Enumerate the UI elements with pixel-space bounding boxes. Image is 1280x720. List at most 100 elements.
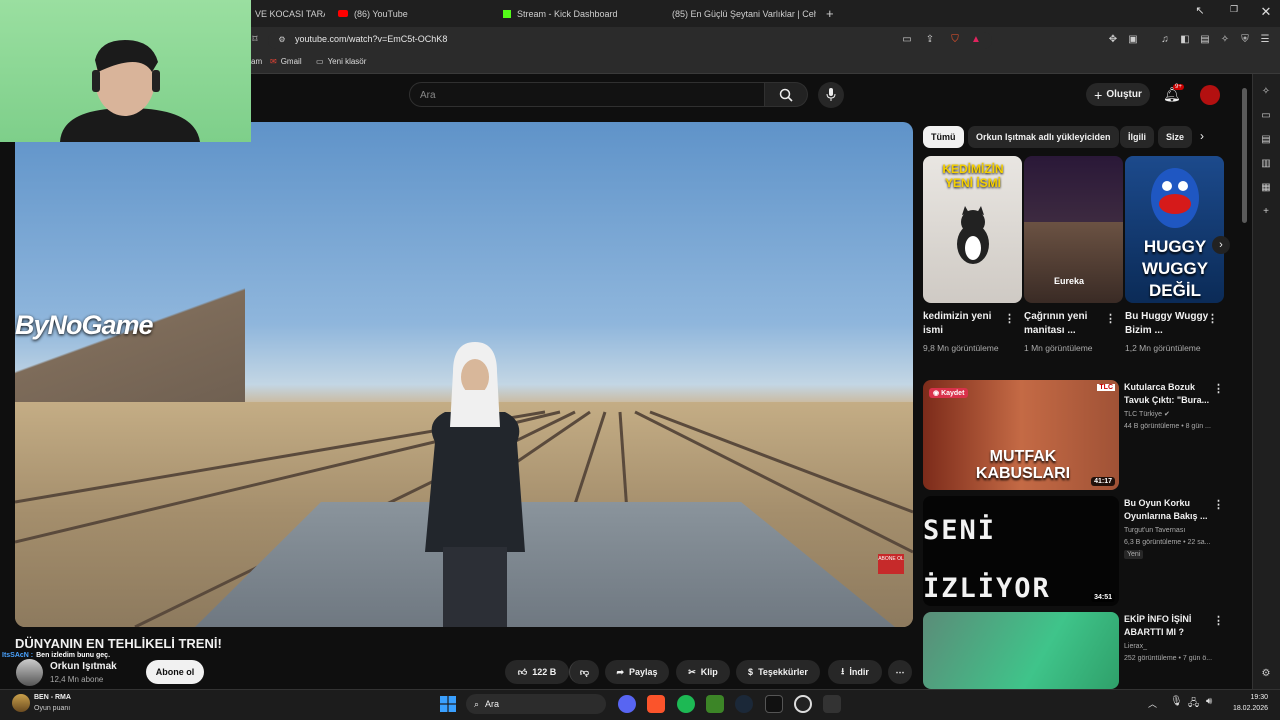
- more-dots-icon[interactable]: ⋮: [1004, 312, 1015, 325]
- download-button[interactable]: ⭳ İndir: [828, 660, 882, 684]
- search-input[interactable]: Ara: [409, 82, 765, 107]
- vpn-icon[interactable]: ⛨: [1238, 32, 1252, 46]
- subscribe-button[interactable]: Abone ol: [146, 660, 204, 684]
- more-dots-icon[interactable]: ⋮: [1213, 382, 1224, 395]
- steam-icon[interactable]: [735, 695, 753, 713]
- microphone-tray-icon[interactable]: 🎙︎: [1170, 696, 1183, 707]
- avatar[interactable]: [1200, 85, 1220, 105]
- tab-kick[interactable]: Stream - Kick Dashboard: [503, 4, 653, 23]
- voice-search-button[interactable]: [818, 82, 844, 108]
- chip-all[interactable]: Tümü: [923, 126, 964, 148]
- media-icon[interactable]: ♫: [1158, 32, 1172, 46]
- cast-icon[interactable]: ▭: [900, 32, 914, 46]
- taskbar-search[interactable]: ⌕ Ara: [466, 694, 606, 714]
- tab-youtube-2[interactable]: (85) En Güçlü Şeytani Varlıklar | Cehe: [666, 4, 816, 23]
- brave-shield-icon[interactable]: ⛉: [948, 32, 962, 46]
- obs-icon[interactable]: [794, 695, 812, 713]
- short-title[interactable]: Çağrının yeni manitası ...: [1024, 310, 1110, 338]
- subscribe-overlay[interactable]: ABONE OL: [878, 554, 904, 574]
- video-title[interactable]: EKİP İNFO İŞİNİ ABARTTI MI ?: [1124, 613, 1210, 639]
- reading-list-icon[interactable]: ▭: [1259, 110, 1273, 124]
- discord-icon[interactable]: [618, 695, 636, 713]
- video-player[interactable]: ByNoGame ABONE OL: [15, 122, 913, 627]
- dislike-button[interactable]: 👎︎: [569, 660, 599, 684]
- wallet-sidebar-icon[interactable]: ▤: [1259, 134, 1273, 148]
- more-dots-icon[interactable]: ⋮: [1105, 312, 1116, 325]
- bookmark-gmail[interactable]: ✉ Gmail: [270, 57, 302, 66]
- like-button[interactable]: 👍︎ 122 B: [505, 660, 569, 684]
- leo-sidebar-icon[interactable]: ✧: [1259, 86, 1273, 100]
- short-title[interactable]: Bu Huggy Wuggy Bizim ...: [1125, 310, 1211, 338]
- sidebar-toggle-icon[interactable]: ◧: [1178, 32, 1192, 46]
- thanks-button[interactable]: $ Teşekkürler: [736, 660, 820, 684]
- video-channel[interactable]: Lierax_: [1124, 641, 1224, 653]
- chevron-right-icon[interactable]: ›: [1200, 129, 1204, 143]
- chevron-up-icon[interactable]: ︿: [1148, 697, 1157, 710]
- video-thumbnail[interactable]: ◉ Kaydet TLC MUTFAK KABUSLARI 41:17: [923, 380, 1119, 490]
- clip-button[interactable]: ✂ Klip: [676, 660, 730, 684]
- create-button[interactable]: + Oluştur: [1086, 83, 1150, 106]
- share-button[interactable]: ➦ Paylaş: [605, 660, 669, 684]
- bookmark-folder[interactable]: ▭ Yeni klasör: [316, 57, 366, 66]
- clock-date[interactable]: 18.02.2026: [1222, 705, 1268, 712]
- short-thumbnail[interactable]: HUGGY WUGGY DEĞİL: [1125, 156, 1224, 303]
- video-thumbnail[interactable]: [923, 612, 1119, 689]
- brave-icon[interactable]: [647, 695, 665, 713]
- webcam-overlay: [0, 0, 251, 142]
- more-dots-icon[interactable]: ⋮: [1207, 312, 1218, 325]
- site-info-icon[interactable]: ⚙: [275, 32, 289, 46]
- restore-window-icon[interactable]: ❐: [1224, 4, 1244, 15]
- channel-avatar[interactable]: [16, 659, 43, 686]
- bookmark-label: am: [251, 57, 263, 66]
- short-thumbnail[interactable]: Eureka: [1024, 156, 1123, 303]
- history-sidebar-icon[interactable]: ▦: [1259, 182, 1273, 196]
- video-channel[interactable]: Turgut'un Tavernası: [1124, 525, 1224, 537]
- shorts-next-button[interactable]: ›: [1212, 236, 1230, 254]
- chip-for-you[interactable]: Size: [1158, 126, 1192, 148]
- bookmarks-sidebar-icon[interactable]: ▥: [1259, 158, 1273, 172]
- add-sidebar-icon[interactable]: +: [1259, 206, 1273, 220]
- tab-title: (86) YouTube: [354, 8, 408, 19]
- windows-start-icon[interactable]: [440, 696, 456, 712]
- more-actions-button[interactable]: ⋯: [888, 660, 912, 684]
- video-channel[interactable]: TLC Türkiye ✔: [1124, 409, 1224, 421]
- volume-icon[interactable]: 🔊︎: [1206, 696, 1212, 707]
- chip-from-uploader[interactable]: Orkun Işıtmak adlı yükleyiciden: [968, 126, 1119, 148]
- more-dots-icon[interactable]: ⋮: [1213, 498, 1224, 511]
- user-avatar[interactable]: [12, 694, 30, 712]
- video-title[interactable]: Kutularca Bozuk Tavuk Çıktı: "Bura...: [1124, 381, 1210, 407]
- bookmark-fragment[interactable]: am: [251, 57, 262, 66]
- wallet-icon[interactable]: ▤: [1198, 32, 1212, 46]
- save-badge[interactable]: ◉ Kaydet: [929, 388, 969, 398]
- leo-ai-icon[interactable]: ✧: [1218, 32, 1232, 46]
- sidebar-settings-icon[interactable]: ⚙: [1259, 668, 1273, 682]
- menu-icon[interactable]: ☰: [1258, 32, 1272, 46]
- short-thumbnail[interactable]: KEDİMİZİN YENİ İSMİ: [923, 156, 1022, 303]
- more-dots-icon: ⋯: [895, 666, 905, 677]
- chip-related[interactable]: İlgili: [1120, 126, 1154, 148]
- video-thumbnail[interactable]: SENİ İZLİYOR 34:51: [923, 496, 1119, 606]
- extensions-icon[interactable]: ✥: [1106, 32, 1120, 46]
- more-dots-icon[interactable]: ⋮: [1213, 614, 1224, 627]
- short-title[interactable]: kedimizin yeni ismi: [923, 310, 1009, 338]
- video-title[interactable]: Bu Oyun Korku Oyunlarına Bakış ...: [1124, 497, 1210, 523]
- tab-youtube[interactable]: (86) YouTube: [338, 4, 488, 23]
- spotify-icon[interactable]: [677, 695, 695, 713]
- video-meta: 252 görüntüleme • 7 gün ö...: [1124, 655, 1213, 662]
- minecraft-icon[interactable]: [706, 695, 724, 713]
- search-button[interactable]: [765, 82, 808, 107]
- clock-time[interactable]: 19:30: [1228, 694, 1268, 701]
- channel-name[interactable]: Orkun Işıtmak: [50, 661, 117, 672]
- share-icon[interactable]: ⇪: [923, 32, 937, 46]
- brave-rewards-icon[interactable]: ▲: [969, 32, 983, 46]
- search-icon: [779, 88, 793, 102]
- page-scrollbar[interactable]: [1242, 88, 1247, 223]
- close-window-icon[interactable]: ✕: [1256, 4, 1276, 20]
- app-icon[interactable]: [823, 695, 841, 713]
- tab-1[interactable]: VE KOCASI TARAF: [255, 4, 325, 23]
- new-tab-button[interactable]: +: [826, 4, 834, 23]
- capcut-icon[interactable]: [765, 695, 783, 713]
- thumbnail-text-value: SENİ İZLİYOR: [923, 515, 1051, 604]
- network-icon[interactable]: 🖧: [1188, 696, 1199, 713]
- screenshot-icon[interactable]: ▣: [1126, 32, 1140, 46]
